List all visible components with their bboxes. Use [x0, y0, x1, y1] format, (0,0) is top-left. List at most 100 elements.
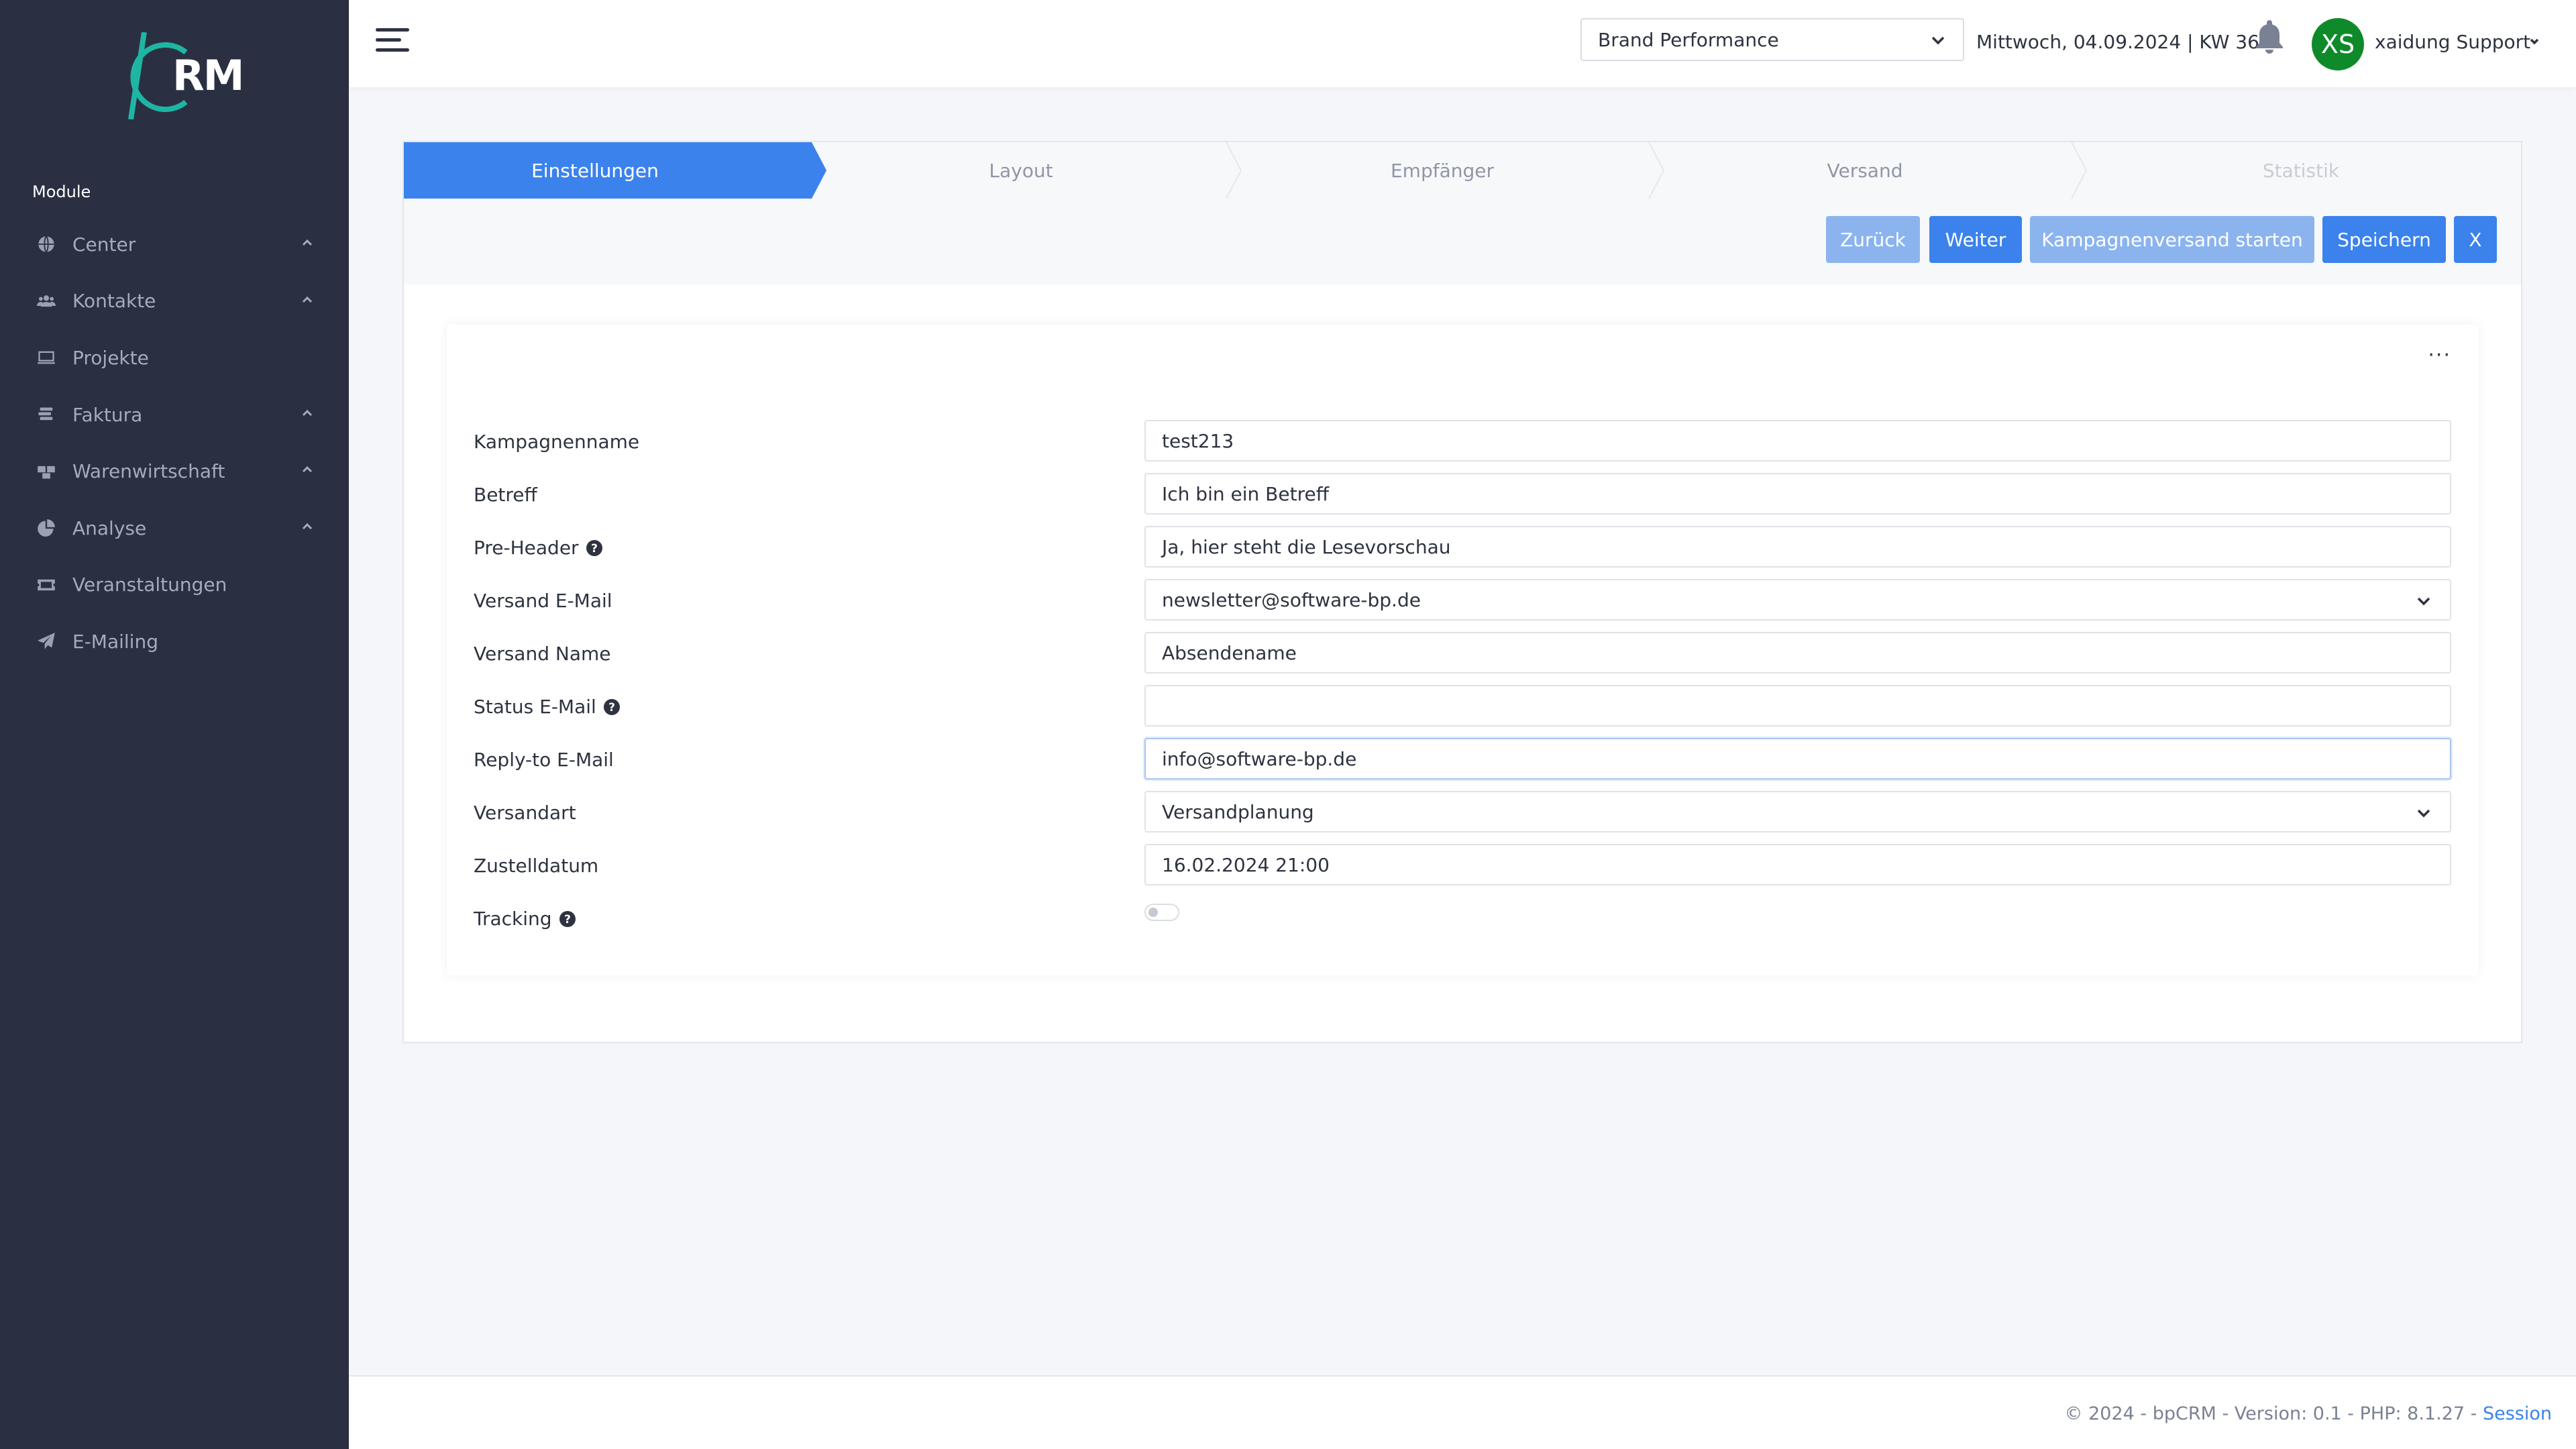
sidebar-item-projekte[interactable]: Projekte — [0, 329, 349, 386]
form-row-delivery-date: Zustelldatum 16.02.2024 21:00 — [474, 844, 2453, 887]
ticket-icon — [35, 574, 58, 596]
close-button[interactable]: X — [2454, 216, 2497, 263]
sidebar-item-label: Kontakte — [72, 290, 156, 313]
boxes-icon — [35, 460, 58, 483]
save-button[interactable]: Speichern — [2322, 216, 2446, 263]
sidebar-item-label: E-Mailing — [72, 630, 158, 653]
session-link[interactable]: Session — [2483, 1403, 2552, 1424]
reply-to-input[interactable]: info@software-bp.de — [1144, 738, 2451, 780]
delivery-date-input[interactable]: 16.02.2024 21:00 — [1144, 844, 2451, 885]
step-separator — [1648, 142, 1665, 199]
form-row-subject: Betreff Ich bin ein Betreff — [474, 473, 2453, 516]
company-select[interactable]: Brand Performance — [1580, 18, 1964, 61]
step-versand[interactable]: Versand — [1670, 142, 2059, 199]
form-row-campaign-name: Kampagnenname test213 — [474, 420, 2453, 463]
form-row-sender-email: Versand E-Mail newsletter@software-bp.de — [474, 579, 2453, 622]
form-row-tracking: Tracking ? — [474, 897, 2453, 940]
globe-icon — [35, 233, 58, 256]
chevron-up-icon — [301, 293, 314, 307]
step-separator — [1226, 142, 1242, 199]
sidebar-item-e-mailing[interactable]: E-Mailing — [0, 613, 349, 670]
sidebar-item-center[interactable]: Center — [0, 216, 349, 273]
status-email-input[interactable] — [1144, 685, 2451, 727]
field-label: Reply-to E-Mail — [474, 749, 614, 771]
form-row-sender-name: Versand Name Absendename — [474, 632, 2453, 675]
wizard-steps: Einstellungen Layout Empfänger Versand S… — [404, 142, 2521, 199]
field-label: Versand E-Mail — [474, 590, 612, 612]
step-separator — [2071, 142, 2088, 199]
user-menu-name[interactable]: xaidung Support — [2375, 31, 2530, 53]
preheader-input[interactable]: Ja, hier steht die Lesevorschau — [1144, 526, 2451, 568]
chevron-up-icon — [301, 407, 314, 420]
shipping-type-select[interactable]: Versandplanung — [1144, 791, 2451, 833]
step-einstellungen[interactable]: Einstellungen — [404, 142, 786, 199]
chevron-down-icon[interactable] — [2528, 35, 2541, 48]
chevron-up-icon — [301, 463, 314, 476]
avatar[interactable]: XS — [2312, 18, 2364, 70]
chevron-down-icon — [2414, 803, 2434, 823]
sender-name-input[interactable]: Absendename — [1144, 632, 2451, 674]
field-label: Zustelldatum — [474, 855, 599, 877]
campaign-settings-form: ··· Kampagnenname test213 Betreff Ich bi… — [447, 325, 2478, 975]
coins-icon — [35, 403, 58, 426]
sender-email-select[interactable]: newsletter@software-bp.de — [1144, 579, 2451, 621]
form-row-preheader: Pre-Header ? Ja, hier steht die Lesevors… — [474, 526, 2453, 569]
step-statistik[interactable]: Statistik — [2093, 142, 2509, 199]
more-options-icon[interactable]: ··· — [2428, 343, 2451, 367]
step-empfaenger[interactable]: Empfänger — [1248, 142, 1637, 199]
sidebar-item-kontakte[interactable]: Kontakte — [0, 273, 349, 330]
subject-input[interactable]: Ich bin ein Betreff — [1144, 473, 2451, 515]
chevron-up-icon — [301, 520, 314, 533]
sidebar-item-label: Analyse — [72, 517, 147, 539]
campaign-name-input[interactable]: test213 — [1144, 420, 2451, 462]
field-label: Status E-Mail ? — [474, 696, 621, 718]
help-icon[interactable]: ? — [603, 698, 621, 716]
step-layout[interactable]: Layout — [826, 142, 1216, 199]
date-info: Mittwoch, 04.09.2024 | KW 36 — [1976, 31, 2259, 53]
crm-logo[interactable]: RM — [124, 32, 244, 120]
bell-icon[interactable] — [2253, 19, 2286, 56]
menu-toggle-icon[interactable] — [376, 28, 409, 59]
start-campaign-button[interactable]: Kampagnenversand starten — [2030, 216, 2314, 263]
footer: © 2024 - bpCRM - Version: 0.1 - PHP: 8.1… — [349, 1375, 2576, 1449]
pie-chart-icon — [35, 517, 58, 539]
sidebar-item-label: Projekte — [72, 346, 149, 369]
svg-text:?: ? — [591, 542, 598, 555]
top-bar: Brand Performance Mittwoch, 04.09.2024 |… — [349, 0, 2576, 87]
footer-version-text: © 2024 - bpCRM - Version: 0.1 - PHP: 8.1… — [2064, 1403, 2483, 1424]
sender-email-value: newsletter@software-bp.de — [1162, 588, 1421, 611]
sidebar-item-label: Veranstaltungen — [72, 574, 227, 596]
chevron-down-icon — [2414, 591, 2434, 611]
sidebar-item-warenwirtschaft[interactable]: Warenwirtschaft — [0, 443, 349, 500]
sidebar-item-veranstaltungen[interactable]: Veranstaltungen — [0, 557, 349, 614]
chevron-up-icon — [301, 236, 314, 250]
campaign-wizard: Einstellungen Layout Empfänger Versand S… — [402, 141, 2522, 1043]
shipping-type-value: Versandplanung — [1162, 800, 1314, 823]
company-select-value: Brand Performance — [1598, 28, 1779, 51]
form-row-reply-to: Reply-to E-Mail info@software-bp.de — [474, 738, 2453, 781]
field-label: Kampagnenname — [474, 431, 640, 453]
next-button[interactable]: Weiter — [1929, 216, 2022, 263]
tracking-toggle[interactable] — [1144, 904, 1179, 921]
field-label-text: Tracking — [474, 908, 552, 930]
field-label: Betreff — [474, 484, 537, 506]
logo-text: RM — [172, 51, 244, 100]
sidebar-item-analyse[interactable]: Analyse — [0, 500, 349, 557]
module-section-label: Module — [32, 182, 91, 201]
field-label: Pre-Header ? — [474, 537, 603, 559]
form-row-status-email: Status E-Mail ? — [474, 685, 2453, 728]
users-icon — [35, 290, 58, 313]
help-icon[interactable]: ? — [559, 910, 576, 928]
field-label: Versandart — [474, 802, 576, 824]
sidebar-item-label: Warenwirtschaft — [72, 460, 225, 483]
sidebar-item-label: Faktura — [72, 403, 143, 426]
toggle-knob — [1148, 908, 1158, 917]
field-label: Tracking ? — [474, 908, 576, 930]
form-row-shipping-type: Versandart Versandplanung — [474, 791, 2453, 834]
help-icon[interactable]: ? — [586, 539, 603, 557]
back-button[interactable]: Zurück — [1826, 216, 1920, 263]
sidebar-item-faktura[interactable]: Faktura — [0, 386, 349, 443]
paper-plane-icon — [35, 630, 58, 653]
svg-text:?: ? — [564, 913, 571, 926]
chevron-down-icon — [1928, 30, 1948, 50]
